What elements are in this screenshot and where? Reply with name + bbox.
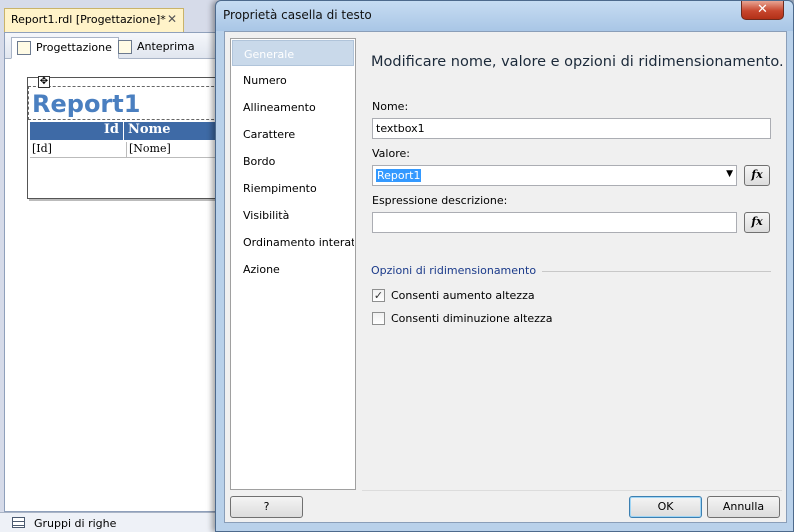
cell-id[interactable]: [Id] [32,142,52,155]
nav-item-numero[interactable]: Numero [232,67,354,93]
row-groups-label: Gruppi di righe [34,517,117,530]
general-page: Modificare nome, valore e opzioni di rid… [362,38,784,490]
nav-item-riempimento[interactable]: Riempimento [232,175,354,201]
nav-item-generale[interactable]: Generale [232,40,354,66]
name-field[interactable]: textbox1 [372,118,771,139]
row-groups-pane[interactable]: Gruppi di righe [0,512,230,532]
dialog-client: Generale Numero Allineamento Carattere B… [224,31,787,523]
report-body[interactable]: ✥ Report1 Id Nome [Id] [Nome] [27,76,226,199]
report-designer: Report1.rdl [Progettazione]* ✕ Progettaz… [0,0,230,532]
cell-nome[interactable]: [Nome] [126,142,171,158]
design-icon [17,41,31,55]
grow-checkbox[interactable]: ✓ [372,289,385,302]
resize-options-group-label: Opzioni di ridimensionamento [371,264,543,277]
preview-icon [118,40,132,54]
nav-item-allineamento[interactable]: Allineamento [232,94,354,120]
value-expression-button[interactable]: fx [744,165,770,186]
shrink-checkbox[interactable] [372,312,385,325]
value-selected-text: Report1 [376,169,422,182]
view-tabs: Progettazione Anteprima [5,33,229,59]
button-separator [362,490,782,491]
close-tab-icon[interactable]: ✕ [167,12,177,26]
help-button[interactable]: ? [230,496,303,518]
grow-label[interactable]: Consenti aumento altezza [391,289,535,302]
tab-preview-label: Anteprima [137,40,195,53]
category-list: Generale Numero Allineamento Carattere B… [230,38,356,490]
nav-item-visibilita[interactable]: Visibilità [232,202,354,228]
move-handle-icon[interactable]: ✥ [38,76,50,88]
description-field[interactable] [372,212,737,233]
description-expression-button[interactable]: fx [744,212,770,233]
dropdown-arrow-icon[interactable]: ▼ [726,169,733,179]
tab-preview[interactable]: Anteprima [113,37,201,59]
tab-design-label: Progettazione [36,41,112,54]
name-label: Nome: [372,100,409,113]
nav-item-azione[interactable]: Azione [232,256,354,282]
document-tab[interactable]: Report1.rdl [Progettazione]* ✕ [4,8,184,32]
page-heading: Modificare nome, valore e opzioni di rid… [371,54,784,70]
design-surface: Progettazione Anteprima ✥ Report1 Id Nom… [4,32,230,512]
row-groups-icon [12,517,25,528]
shrink-label[interactable]: Consenti diminuzione altezza [391,312,552,325]
nav-item-bordo[interactable]: Bordo [232,148,354,174]
cancel-button[interactable]: Annulla [707,496,780,518]
table-data-row[interactable]: [Id] [Nome] [30,140,226,158]
description-label: Espressione descrizione: [372,194,508,207]
header-nome[interactable]: Nome [126,122,171,137]
header-id[interactable]: Id [30,122,124,140]
nav-item-carattere[interactable]: Carattere [232,121,354,147]
dialog-titlebar[interactable]: Proprietà casella di testo ✕ [216,1,793,31]
value-label: Valore: [372,147,410,160]
report-title[interactable]: Report1 [32,90,140,118]
ok-button[interactable]: OK [629,496,702,518]
tab-design[interactable]: Progettazione [11,37,119,59]
textbox-properties-dialog: Proprietà casella di testo ✕ Generale Nu… [215,0,794,532]
table-header-row[interactable]: Id Nome [30,122,226,140]
name-value: textbox1 [376,122,425,135]
document-tab-label: Report1.rdl [Progettazione]* [11,13,166,26]
value-combobox[interactable]: Report1 ▼ [372,165,737,186]
nav-item-ordinamento[interactable]: Ordinamento interat... [232,229,354,255]
dialog-title: Proprietà casella di testo [223,8,372,22]
close-button[interactable]: ✕ [741,1,784,20]
